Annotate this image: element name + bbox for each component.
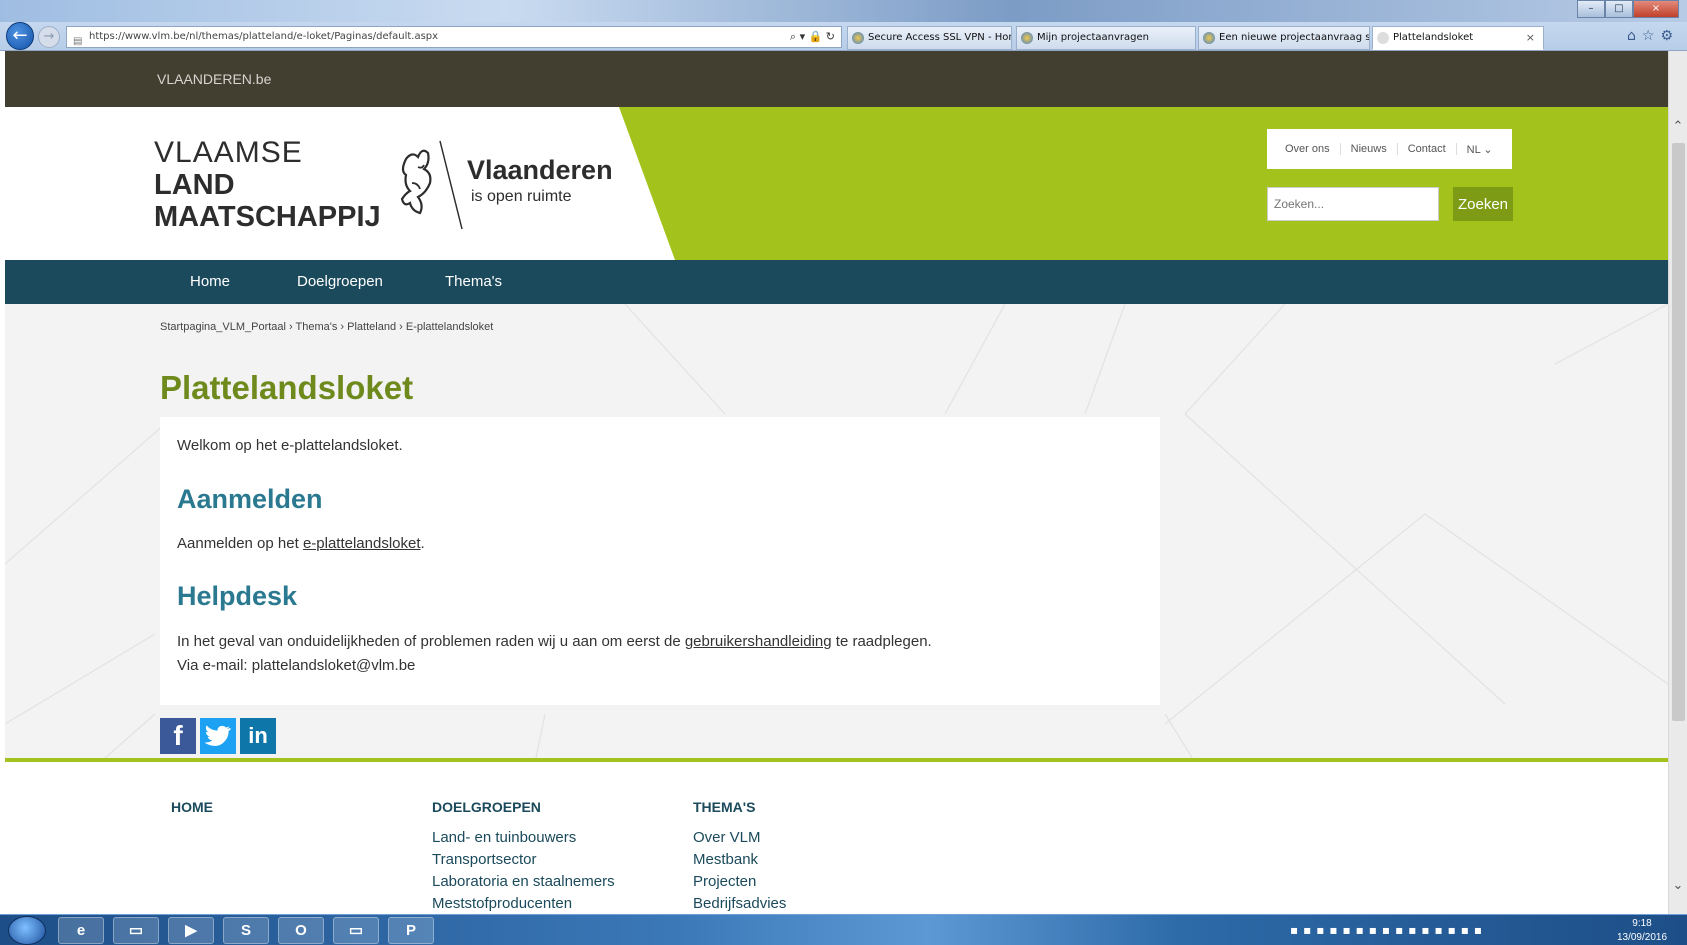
back-arrow-icon[interactable]: ← [6, 22, 34, 50]
aanmelden-text: Aanmelden op het e-plattelandsloket. [177, 535, 425, 552]
content-panel: Welkom op het e-plattelandsloket. Aanmel… [160, 417, 1160, 705]
taskbar-clock[interactable]: 9:18 13/09/2016 [1612, 917, 1672, 945]
vlaanderen-be-link[interactable]: VLAANDEREN.be [157, 71, 271, 87]
footer-link[interactable]: Over VLM [693, 829, 761, 846]
window-controls: – □ × [1577, 0, 1679, 18]
tab-mijn-projectaanvragen[interactable]: Mijn projectaanvragen [1016, 26, 1196, 50]
address-bar[interactable]: ▤ https://www.vlm.be/nl/themas/plattelan… [66, 26, 842, 48]
clock-date: 13/09/2016 [1616, 932, 1668, 943]
site-footer: HOME DOELGROEPEN Land- en tuinbouwers Tr… [5, 758, 1668, 914]
nav-themas[interactable]: Thema's [445, 273, 502, 290]
link-over-ons[interactable]: Over ons [1275, 143, 1341, 155]
ie-icon [852, 32, 864, 44]
window-titlebar: – □ × [0, 0, 1687, 22]
home-star-gear-icons[interactable]: ⌂☆⚙ [1627, 28, 1679, 44]
tab-label: Plattelandsloket [1393, 32, 1474, 43]
footer-link[interactable]: Bedrijfsadvies [693, 895, 786, 912]
vlaanderen-title: Vlaanderen [467, 155, 613, 185]
footer-link[interactable]: Land- en tuinbouwers [432, 829, 576, 846]
facebook-icon[interactable]: f [160, 718, 196, 754]
vlaanderen-topbar: VLAANDEREN.be [5, 51, 1668, 107]
footer-link[interactable]: Transportsector [432, 851, 536, 868]
main-nav: Home Doelgroepen Thema's [5, 260, 1668, 304]
site-header: VLAAMSE LAND MAATSCHAPPIJ Vlaanderen is … [5, 107, 1668, 260]
file-explorer-icon[interactable]: ▭ [113, 917, 159, 944]
scroll-thumb[interactable] [1672, 143, 1685, 721]
tab-secure-access[interactable]: Secure Access SSL VPN - Home [847, 26, 1012, 50]
help-prefix: In het geval van onduidelijkheden of pro… [177, 633, 685, 650]
footer-doelgroepen-heading[interactable]: DOELGROEPEN [432, 799, 541, 815]
helpdesk-heading: Helpdesk [177, 581, 298, 611]
footer-link[interactable]: Laboratoria en staalnemers [432, 873, 615, 890]
vlm-logo[interactable]: VLAAMSE LAND MAATSCHAPPIJ [154, 136, 381, 233]
internet-explorer-icon[interactable]: e [58, 917, 104, 944]
footer-home-heading[interactable]: HOME [171, 799, 213, 815]
link-nieuws[interactable]: Nieuws [1341, 143, 1398, 155]
nav-home[interactable]: Home [190, 273, 230, 290]
clock-time: 9:18 [1632, 918, 1652, 929]
footer-link[interactable]: Projecten [693, 873, 756, 890]
vertical-scrollbar[interactable]: ⌃ ⌄ [1668, 51, 1687, 914]
logo-line-2: LAND [154, 169, 235, 201]
tab-nieuwe-projectaanvraag[interactable]: Een nieuwe projectaanvraag st... [1198, 26, 1370, 50]
search-button[interactable]: Zoeken [1453, 187, 1513, 221]
address-url[interactable]: https://www.vlm.be/nl/themas/platteland/… [89, 31, 438, 42]
logo-line-1: VLAAMSE [154, 136, 303, 169]
ie-icon [1203, 32, 1215, 44]
forward-arrow-icon[interactable]: → [38, 26, 60, 48]
logo-line-3: MAATSCHAPPIJ [154, 201, 381, 233]
tab-plattelandsloket[interactable]: Plattelandsloket × [1372, 26, 1544, 50]
start-button[interactable] [8, 916, 46, 945]
help-suffix: te raadplegen. [831, 633, 932, 650]
browser-chrome: – □ × ← → ▤ https://www.vlm.be/nl/themas… [0, 0, 1687, 51]
nav-doelgroepen[interactable]: Doelgroepen [297, 273, 383, 290]
ie-icon [1021, 32, 1033, 44]
footer-link[interactable]: Meststofproducenten [432, 895, 572, 912]
aanmelden-heading: Aanmelden [177, 484, 323, 514]
twitter-bird-icon [205, 725, 231, 746]
tab-label: Secure Access SSL VPN - Home [868, 32, 1012, 43]
outlook-icon[interactable]: O [278, 917, 324, 944]
maximize-button[interactable]: □ [1605, 0, 1633, 18]
gebruikershandleiding-link[interactable]: gebruikershandleiding [685, 633, 832, 650]
linkedin-icon[interactable]: in [240, 718, 276, 754]
helpdesk-text: In het geval van onduidelijkheden of pro… [177, 633, 932, 650]
close-window-button[interactable]: × [1633, 0, 1679, 18]
link-contact[interactable]: Contact [1398, 143, 1457, 155]
search-input[interactable] [1267, 187, 1439, 221]
aanmelden-suffix: . [420, 535, 425, 552]
footer-themas-heading[interactable]: THEMA'S [693, 799, 755, 815]
system-tray-icons[interactable]: ▪▪▪▪▪▪▪▪▪▪▪▪▪▪▪ [1290, 923, 1487, 937]
helpdesk-email: Via e-mail: plattelandsloket@vlm.be [177, 657, 416, 674]
scroll-up-icon[interactable]: ⌃ [1671, 119, 1685, 135]
windows-taskbar: e ▭ ▶ S O ▭ P ▪▪▪▪▪▪▪▪▪▪▪▪▪▪▪ 9:18 13/09… [0, 914, 1687, 945]
page-icon: ▤ [73, 36, 83, 47]
language-dropdown[interactable]: NL ⌄ [1457, 143, 1503, 156]
flemish-lion-icon [400, 140, 463, 230]
address-tools-icon[interactable]: ⌕ ▾ 🔒 ↻ [790, 27, 835, 47]
scroll-down-icon[interactable]: ⌄ [1671, 878, 1685, 894]
skype-icon[interactable]: S [223, 917, 269, 944]
minimize-button[interactable]: – [1577, 0, 1605, 18]
tab-label: Een nieuwe projectaanvraag st... [1219, 32, 1370, 43]
welcome-text: Welkom op het e-plattelandsloket. [177, 437, 403, 454]
powerpoint-icon[interactable]: P [388, 917, 434, 944]
page-icon [1377, 32, 1389, 44]
tab-label: Mijn projectaanvragen [1037, 32, 1149, 43]
utility-links: Over ons Nieuws Contact NL ⌄ [1267, 129, 1512, 169]
folder-icon[interactable]: ▭ [333, 917, 379, 944]
vlaanderen-subtitle: is open ruimte [471, 188, 572, 205]
close-tab-icon[interactable]: × [1526, 27, 1535, 49]
twitter-icon[interactable] [200, 718, 236, 754]
page-title: Plattelandsloket [160, 369, 414, 406]
aanmelden-prefix: Aanmelden op het [177, 535, 303, 552]
e-plattelandsloket-link[interactable]: e-plattelandsloket [303, 535, 421, 552]
media-player-icon[interactable]: ▶ [168, 917, 214, 944]
footer-link[interactable]: Mestbank [693, 851, 758, 868]
page-viewport: VLAANDEREN.be VLAAMSE LAND MAATSCHAPPIJ … [5, 51, 1668, 914]
breadcrumb[interactable]: Startpagina_VLM_Portaal › Thema's › Plat… [160, 321, 493, 333]
